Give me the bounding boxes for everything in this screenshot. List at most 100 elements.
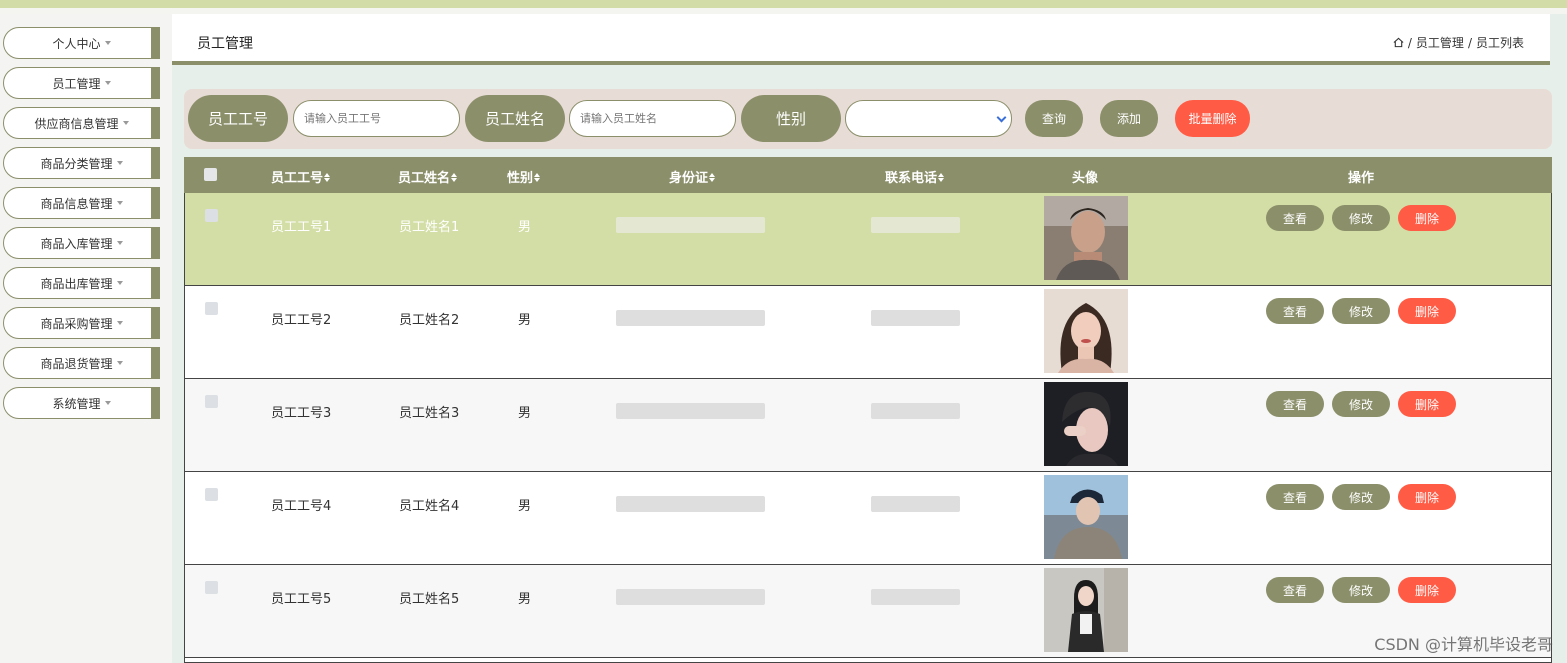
edit-button[interactable]: 修改 [1332,577,1390,603]
view-button[interactable]: 查看 [1266,577,1324,603]
avatar [1044,568,1128,652]
breadcrumb-item[interactable]: 员工管理 [1416,34,1464,51]
gender-select[interactable] [845,100,1012,137]
table-row[interactable]: 员工工号3 员工姓名3 男 查看 修改 删除 [184,379,1552,472]
sidebar-item-system-management[interactable]: 系统管理 [3,387,160,419]
edit-button[interactable]: 修改 [1332,298,1390,324]
sidebar-item-purchase-management[interactable]: 商品采购管理 [3,307,160,339]
view-button[interactable]: 查看 [1266,298,1324,324]
sidebar-item-accent [151,148,159,178]
view-button[interactable]: 查看 [1266,205,1324,231]
avatar [1044,289,1128,373]
column-header-name[interactable]: 员工姓名 [398,167,458,186]
gender-label: 性别 [741,95,841,142]
select-all-checkbox[interactable] [204,168,217,181]
breadcrumb-separator: / [1467,35,1472,50]
gender-cell: 男 [518,220,532,235]
gender-cell: 男 [518,592,532,607]
employee-table: 员工工号 员工姓名 性别 身份证 联系电话 头像 操作 员工工号1 员工姓名1 … [184,157,1552,663]
caret-down-icon [116,241,123,245]
employee-name-cell: 员工姓名5 [399,592,460,607]
table-header: 员工工号 员工姓名 性别 身份证 联系电话 头像 操作 [184,157,1552,193]
breadcrumb-separator: / [1407,35,1412,50]
breadcrumb: / 员工管理 / 员工列表 [1393,34,1524,51]
breadcrumb-item: 员工列表 [1475,36,1524,50]
sidebar-item-product-management[interactable]: 商品信息管理 [3,187,160,219]
sidebar-item-employee-management[interactable]: 员工管理 [3,67,160,99]
caret-down-icon [116,201,123,205]
sidebar-item-category-management[interactable]: 商品分类管理 [3,147,160,179]
sort-icon[interactable] [534,173,541,183]
employee-id-input[interactable] [293,100,460,137]
caret-down-icon [116,281,123,285]
employee-id-cell: 员工工号2 [271,313,332,328]
delete-button[interactable]: 删除 [1398,298,1456,324]
gender-cell: 男 [518,313,532,328]
batch-delete-button[interactable]: 批量删除 [1175,100,1250,137]
add-button[interactable]: 添加 [1100,100,1158,137]
sidebar-item-stock-out-management[interactable]: 商品出库管理 [3,267,160,299]
row-checkbox[interactable] [205,488,218,501]
employee-name-input[interactable] [569,100,736,137]
idcard-cell-redacted [616,403,765,419]
view-button[interactable]: 查看 [1266,484,1324,510]
caret-down-icon [104,81,111,85]
caret-down-icon [116,161,123,165]
chevron-down-icon [996,112,1007,123]
employee-name-cell: 员工姓名2 [399,313,460,328]
table-row[interactable]: 员工工号1 员工姓名1 男 查看 修改 删除 [184,193,1552,286]
sidebar-item-personal-center[interactable]: 个人中心 [3,27,160,59]
column-header-phone[interactable]: 联系电话 [885,167,945,186]
table-row[interactable]: 员工工号2 员工姓名2 男 查看 修改 删除 [184,286,1552,379]
idcard-cell-redacted [616,310,765,326]
sidebar: 个人中心 员工管理 供应商信息管理 商品分类管理 商品信息管理 商品入库管理 商… [0,14,172,663]
column-header-actions: 操作 [1348,171,1375,186]
sort-icon[interactable] [938,173,945,183]
delete-button[interactable]: 删除 [1398,391,1456,417]
employee-id-cell: 员工工号4 [271,499,332,514]
sidebar-item-return-management[interactable]: 商品退货管理 [3,347,160,379]
caret-down-icon [104,41,111,45]
sidebar-item-accent [151,308,159,338]
page-title: 员工管理 [197,36,253,52]
table-row[interactable]: 员工工号4 员工姓名4 男 查看 修改 删除 [184,472,1552,565]
edit-button[interactable]: 修改 [1332,484,1390,510]
sidebar-item-label: 商品信息管理 [40,196,113,211]
phone-cell-redacted [871,403,960,419]
caret-down-icon [116,321,123,325]
sidebar-item-label: 商品采购管理 [40,316,113,331]
phone-cell-redacted [871,496,960,512]
column-header-id[interactable]: 员工工号 [271,167,331,186]
query-button[interactable]: 查询 [1025,100,1083,137]
row-checkbox[interactable] [205,581,218,594]
column-header-gender[interactable]: 性别 [507,167,541,186]
sort-icon[interactable] [324,173,331,183]
sidebar-item-supplier-management[interactable]: 供应商信息管理 [3,107,160,139]
sort-icon[interactable] [709,173,716,183]
sidebar-item-stock-in-management[interactable]: 商品入库管理 [3,227,160,259]
employee-name-cell: 员工姓名1 [399,220,460,235]
delete-button[interactable]: 删除 [1398,577,1456,603]
edit-button[interactable]: 修改 [1332,391,1390,417]
employee-id-label: 员工工号 [188,95,288,142]
row-checkbox[interactable] [205,302,218,315]
top-accent-bar [0,0,1567,8]
edit-button[interactable]: 修改 [1332,205,1390,231]
sidebar-item-accent [151,228,159,258]
table-row[interactable]: 员工工号5 员工姓名5 男 查看 修改 删除 [184,565,1552,658]
sidebar-item-accent [151,388,159,418]
row-checkbox[interactable] [205,209,218,222]
delete-button[interactable]: 删除 [1398,205,1456,231]
watermark: CSDN @计算机毕设老哥 [1374,635,1553,654]
column-header-idcard[interactable]: 身份证 [669,167,716,186]
employee-name-cell: 员工姓名4 [399,499,460,514]
home-icon[interactable] [1393,37,1404,48]
delete-button[interactable]: 删除 [1398,484,1456,510]
table-row[interactable] [184,658,1552,663]
employee-name-label: 员工姓名 [465,95,565,142]
row-checkbox[interactable] [205,395,218,408]
view-button[interactable]: 查看 [1266,391,1324,417]
employee-name-cell: 员工姓名3 [399,406,460,421]
sort-icon[interactable] [451,173,458,183]
sidebar-item-accent [151,188,159,218]
